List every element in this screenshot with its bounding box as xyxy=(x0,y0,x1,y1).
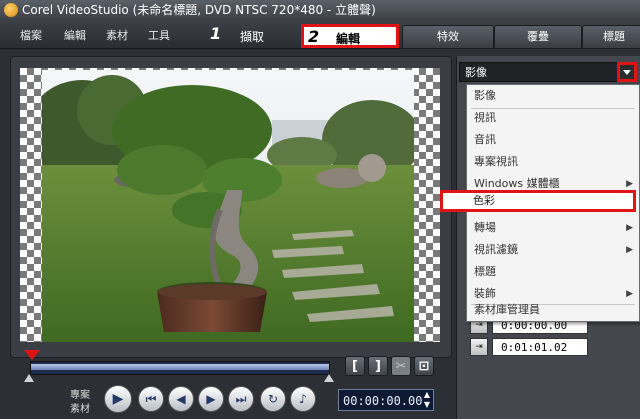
menu-clip[interactable]: 素材 xyxy=(106,27,128,43)
mark-in-button[interactable]: [ xyxy=(345,356,365,376)
menu-item-title[interactable]: 標題 xyxy=(467,261,639,283)
timecode-spinner[interactable]: ▲ ▼ xyxy=(422,390,432,410)
repeat-icon[interactable]: ↻ xyxy=(260,386,286,412)
app-icon xyxy=(4,3,18,17)
menu-file[interactable]: 檔案 xyxy=(20,27,42,43)
step-capture-number: 1 xyxy=(210,24,222,43)
step-effects[interactable]: 特效 xyxy=(402,25,494,49)
menu-edit[interactable]: 編輯 xyxy=(64,27,86,43)
mode-clip-label[interactable]: 素材 xyxy=(70,400,90,415)
menu-item-video-filter[interactable]: 視訊濾鏡 ▶ xyxy=(467,239,639,261)
scrub-range xyxy=(31,364,329,370)
home-icon[interactable]: ⏮ xyxy=(138,386,164,412)
step-edit[interactable]: 2 編輯 xyxy=(301,24,399,48)
step-edit-number: 2 xyxy=(308,27,320,46)
bonsai-garden-photo xyxy=(42,70,414,342)
trim-start-handle[interactable] xyxy=(24,374,34,382)
mark-out-button[interactable]: ] xyxy=(368,356,388,376)
library-dropdown-button[interactable] xyxy=(617,62,637,82)
menu-item-photo[interactable]: 影像 xyxy=(467,85,639,107)
submenu-arrow-icon: ▶ xyxy=(626,245,633,255)
playhead-marker[interactable] xyxy=(24,350,40,360)
volume-icon[interactable]: ♪ xyxy=(290,386,316,412)
menu-tools[interactable]: 工具 xyxy=(148,27,170,43)
preview-image xyxy=(42,70,414,342)
menu-item-audio[interactable]: 音訊 xyxy=(467,129,639,151)
step-title[interactable]: 標題 xyxy=(582,25,640,49)
cut-clip-button[interactable]: ✂ xyxy=(391,356,411,376)
duration-icon: ⇥ xyxy=(470,338,488,356)
step-capture[interactable]: 擷取 xyxy=(240,28,264,45)
step-overlay[interactable]: 覆疊 xyxy=(494,25,582,49)
timecode-display[interactable]: 00:00:00.00 xyxy=(338,389,434,411)
menu-item-library-manager[interactable]: 素材庫管理員 xyxy=(467,299,639,321)
play-icon[interactable]: ▶ xyxy=(104,385,132,413)
window-title-bar: Corel VideoStudio (未命名標題, DVD NTSC 720*4… xyxy=(0,0,640,20)
fullscreen-button[interactable]: ⊡ xyxy=(414,356,434,376)
menu-item-color-highlight[interactable]: 色彩 xyxy=(440,190,636,212)
next-frame-icon[interactable]: ▶ xyxy=(198,386,224,412)
menu-item-video[interactable]: 視訊 xyxy=(467,107,639,129)
window-title: Corel VideoStudio (未命名標題, DVD NTSC 720*4… xyxy=(22,3,376,17)
previous-frame-icon[interactable]: ◀ xyxy=(168,386,194,412)
end-icon[interactable]: ⏭ xyxy=(228,386,254,412)
mode-project-label[interactable]: 專案 xyxy=(70,386,90,401)
trim-end-handle[interactable] xyxy=(324,374,334,382)
menu-item-project-video[interactable]: 專案視訊 xyxy=(467,151,639,173)
menu-item-transition[interactable]: 轉場 ▶ xyxy=(467,217,639,239)
duration-field-2[interactable]: 0:01:01.02 xyxy=(492,338,588,356)
library-category-combo[interactable]: 影像 xyxy=(459,62,637,82)
chevron-down-icon xyxy=(623,70,631,75)
scrub-bar[interactable] xyxy=(30,361,330,375)
step-edit-label: 編輯 xyxy=(336,32,361,46)
submenu-arrow-icon: ▶ xyxy=(626,223,633,233)
